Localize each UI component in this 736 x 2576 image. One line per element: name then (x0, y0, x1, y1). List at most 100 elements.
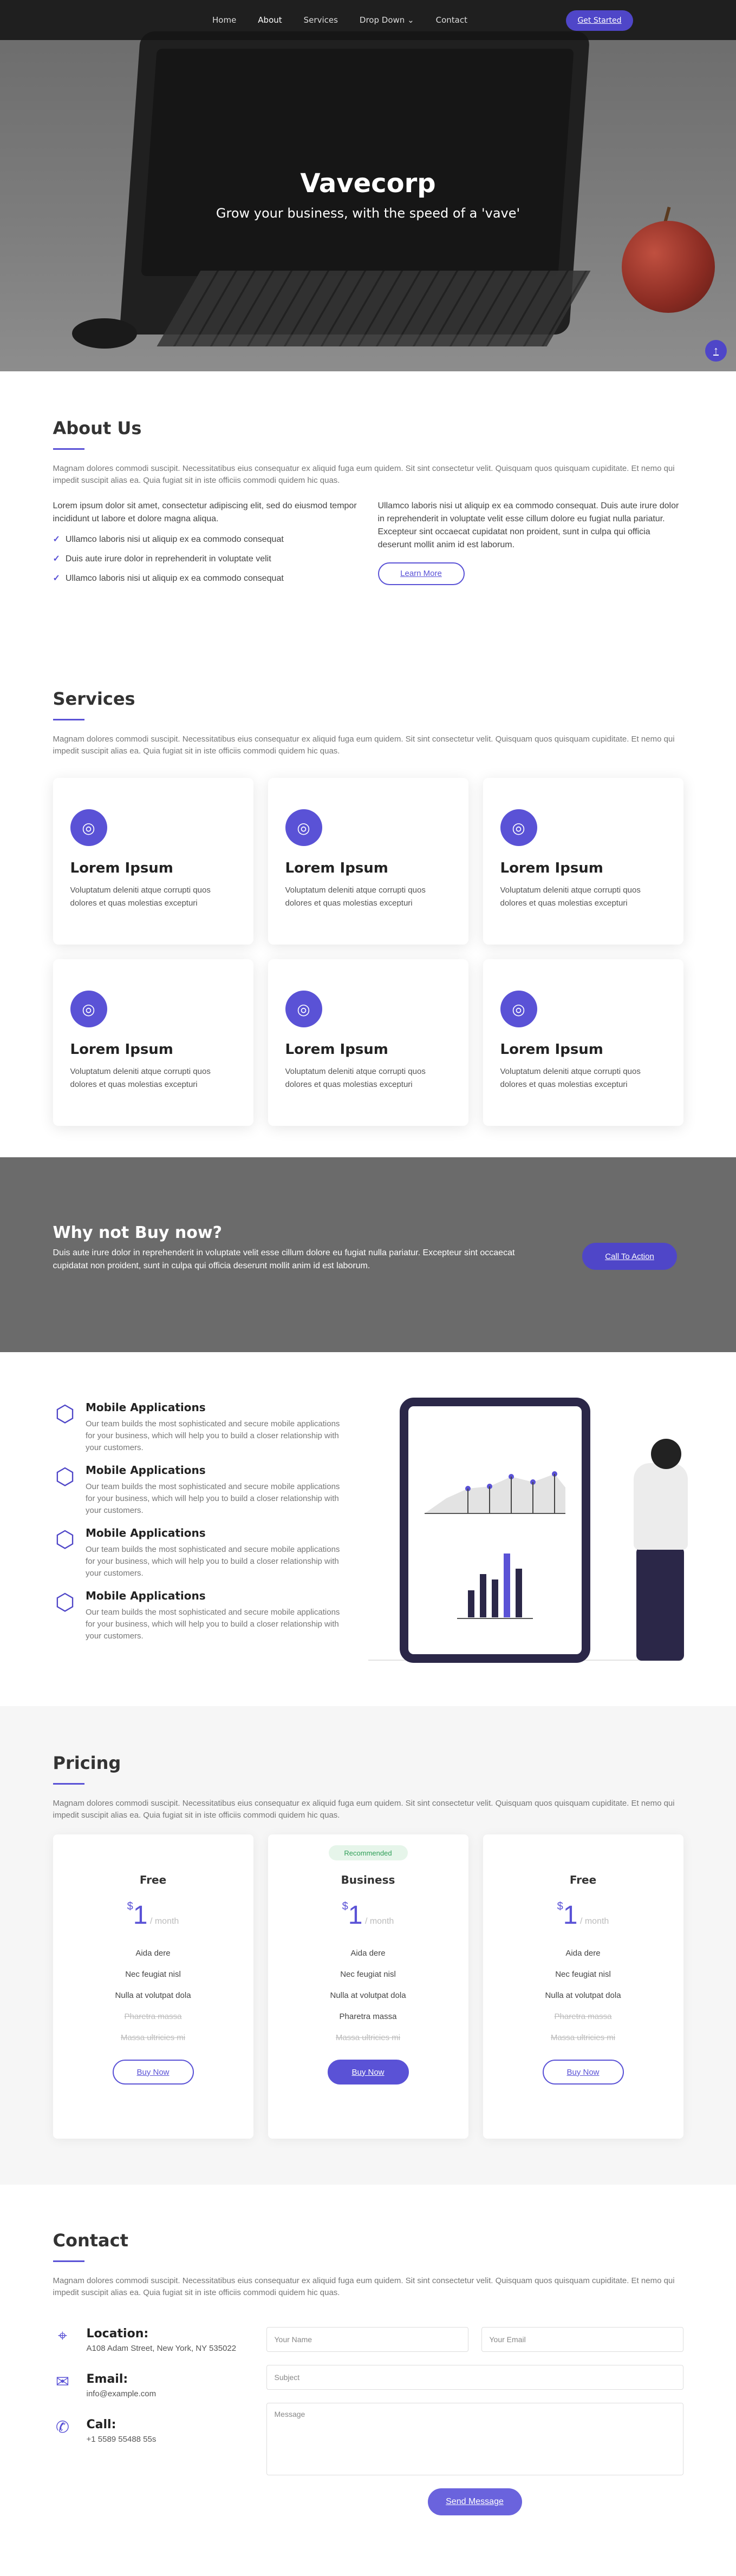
check-icon: ✓ (53, 574, 60, 583)
service-title: Lorem Ipsum (70, 860, 173, 876)
list-item: Massa ultricies mi (550, 2033, 616, 2042)
subject-input[interactable]: Subject (266, 2365, 683, 2390)
envelope-icon: ✉ (55, 2373, 70, 2391)
chart-illustration (425, 1471, 565, 1619)
contact-section: Contact Magnam dolores commodi suscipit.… (0, 2185, 736, 2576)
hero-subtitle: Grow your business, with the speed of a … (216, 206, 520, 221)
nav-dropdown-label: Drop Down (359, 15, 405, 25)
pricing-title: Pricing (53, 1753, 121, 1773)
service-description: Voluptatum deleniti atque corrupti quos … (70, 886, 211, 908)
nav-item-about[interactable]: About (258, 15, 282, 25)
dribbble-icon: ◎ (285, 809, 322, 846)
dribbble-icon: ◎ (285, 991, 322, 1027)
about-left-text: Lorem ipsum dolor sit amet, consectetur … (53, 501, 357, 523)
email-input[interactable]: Your Email (481, 2327, 683, 2352)
back-to-top-button[interactable]: ↑ (705, 340, 727, 362)
dribbble-icon: ◎ (70, 809, 107, 846)
about-left-column: Lorem ipsum dolor sit amet, consectetur … (53, 500, 359, 592)
service-description: Voluptatum deleniti atque corrupti quos … (285, 886, 426, 908)
plan-name: Free (569, 1873, 597, 1886)
list-item: Nec feugiat nisl (340, 1970, 396, 1979)
map-pin-icon: ⌖ (58, 2327, 67, 2345)
about-right-text: Ullamco laboris nisi ut aliquip ex ea co… (377, 501, 679, 549)
feature-description: Our team builds the most sophisticated a… (86, 1482, 340, 1515)
list-item: Nec feugiat nisl (125, 1970, 181, 1979)
laptop-screen (141, 49, 574, 276)
about-section: About Us Magnam dolores commodi suscipit… (0, 371, 736, 620)
list-item: Massa ultricies mi (335, 2033, 401, 2042)
plan-price: $1 / month (557, 1900, 609, 1930)
title-underline (53, 2260, 84, 2262)
list-item: Nulla at volutpat dola (330, 1991, 406, 2000)
title-underline (53, 719, 84, 720)
feature-item: ⬡ Mobile Applications Our team builds th… (52, 1589, 355, 1642)
send-message-button[interactable]: Send Message (427, 2488, 522, 2515)
service-card[interactable]: ◎ Lorem Ipsum Voluptatum deleniti atque … (483, 959, 683, 1126)
services-grid: ◎ Lorem Ipsum Voluptatum deleniti atque … (53, 778, 683, 1126)
service-title: Lorem Ipsum (285, 860, 388, 876)
list-item: Nulla at volutpat dola (545, 1991, 621, 2000)
list-item: Aida dere (565, 1949, 601, 1958)
contact-title: Contact (53, 2230, 128, 2251)
feature-title: Mobile Applications (86, 1464, 206, 1477)
title-underline (53, 448, 84, 450)
person-illustration-legs (636, 1547, 684, 1661)
arrow-up-icon: ↑ (713, 344, 719, 357)
nav-item-services[interactable]: Services (304, 15, 338, 25)
get-started-button[interactable]: Get Started (566, 10, 633, 31)
learn-more-button[interactable]: Learn More (377, 562, 465, 585)
plan-price: $1 / month (127, 1900, 179, 1930)
cta-title: Why not Buy now? (53, 1223, 223, 1242)
buy-now-button[interactable]: Buy Now (112, 2060, 194, 2085)
hero-section: Vavecorp Grow your business, with the sp… (0, 0, 736, 371)
about-title: About Us (53, 418, 142, 438)
buy-now-button[interactable]: Buy Now (542, 2060, 624, 2085)
list-item: Nulla at volutpat dola (115, 1991, 191, 2000)
service-title: Lorem Ipsum (285, 1041, 388, 1058)
cube-icon: ⬡ (55, 1401, 75, 1426)
feature-description: Our team builds the most sophisticated a… (86, 1419, 340, 1452)
service-title: Lorem Ipsum (70, 1041, 173, 1058)
service-card[interactable]: ◎ Lorem Ipsum Voluptatum deleniti atque … (268, 778, 468, 945)
phone-illustration (400, 1398, 590, 1663)
pricing-card: Free $1 / month Aida dere Nec feugiat ni… (53, 1834, 253, 2139)
name-input[interactable]: Your Name (266, 2327, 468, 2352)
list-item: Pharetra massa (554, 2012, 612, 2021)
person-illustration-body (634, 1463, 688, 1550)
hard-drive-image (72, 318, 137, 349)
list-item: Pharetra massa (124, 2012, 182, 2021)
hero-title: Vavecorp (300, 168, 436, 199)
message-textarea[interactable]: Message (266, 2403, 683, 2475)
nav-item-dropdown[interactable]: Drop Down ⌄ (360, 15, 414, 25)
check-icon: ✓ (53, 535, 60, 544)
nav-item-home[interactable]: Home (212, 15, 236, 25)
pricing-section: Pricing Magnam dolores commodi suscipit.… (0, 1706, 736, 2185)
cta-section: Why not Buy now? Duis aute irure dolor i… (0, 1157, 736, 1352)
top-navbar: Home About Services Drop Down ⌄ Contact … (0, 0, 736, 40)
cta-text: Duis aute irure dolor in reprehenderit i… (53, 1248, 515, 1270)
service-description: Voluptatum deleniti atque corrupti quos … (500, 1067, 641, 1089)
plan-features: Aida dere Nec feugiat nisl Nulla at volu… (268, 1949, 468, 2042)
service-description: Voluptatum deleniti atque corrupti quos … (70, 1067, 211, 1089)
call-to-action-button[interactable]: Call To Action (582, 1243, 677, 1270)
buy-now-button[interactable]: Buy Now (327, 2060, 409, 2085)
plan-name: Business (341, 1873, 395, 1886)
list-item: Pharetra massa (339, 2012, 397, 2021)
nav-item-contact[interactable]: Contact (436, 15, 467, 25)
service-title: Lorem Ipsum (500, 860, 603, 876)
service-card[interactable]: ◎ Lorem Ipsum Voluptatum deleniti atque … (268, 959, 468, 1126)
about-bullet-list: ✓ Ullamco laboris nisi ut aliquip ex ea c… (53, 533, 359, 585)
apple-image (622, 221, 715, 313)
pricing-card-recommended: Recommended Business $1 / month Aida der… (268, 1834, 468, 2139)
list-item: Massa ultricies mi (120, 2033, 186, 2042)
service-card[interactable]: ◎ Lorem Ipsum Voluptatum deleniti atque … (483, 778, 683, 945)
list-item: Aida dere (350, 1949, 386, 1958)
feature-description: Our team builds the most sophisticated a… (86, 1608, 340, 1641)
service-card[interactable]: ◎ Lorem Ipsum Voluptatum deleniti atque … (53, 959, 253, 1126)
pricing-grid: Free $1 / month Aida dere Nec feugiat ni… (53, 1834, 683, 2139)
contact-phone: ✆ Call: +1 5589 55488 55s (53, 2418, 266, 2444)
nav-menu: Home About Services Drop Down ⌄ Contact (212, 0, 467, 40)
service-card[interactable]: ◎ Lorem Ipsum Voluptatum deleniti atque … (53, 778, 253, 945)
feature-title: Mobile Applications (86, 1589, 206, 1602)
cube-icon: ⬡ (55, 1464, 75, 1489)
